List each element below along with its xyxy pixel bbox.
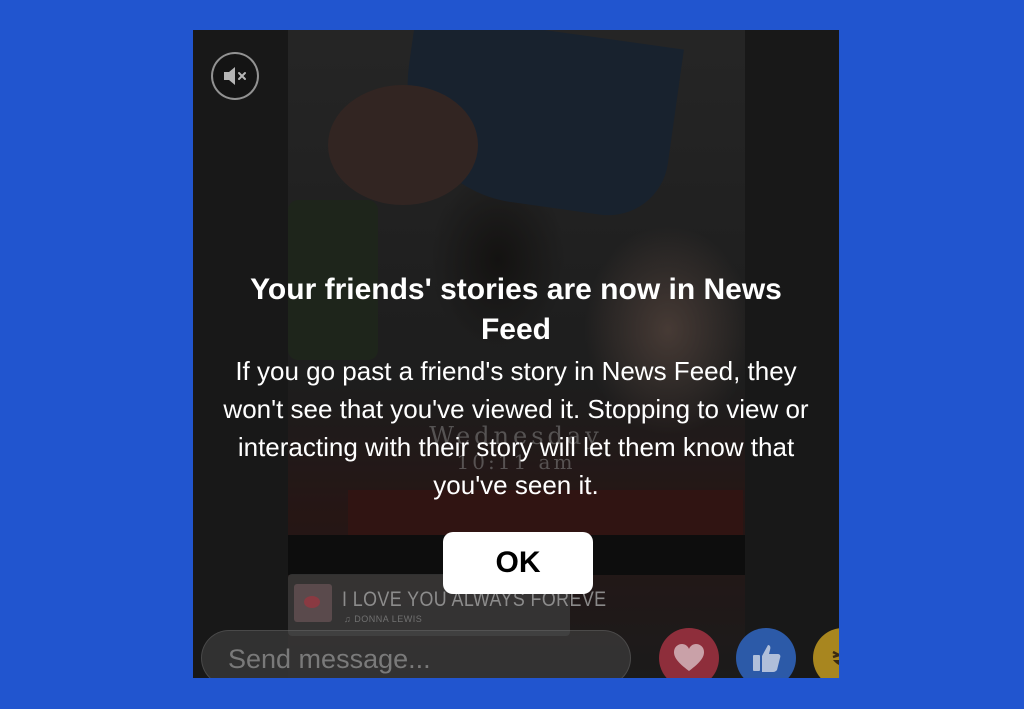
heart-icon <box>674 644 704 671</box>
ok-button[interactable]: OK <box>443 532 593 594</box>
stories-notice-dialog: Your friends' stories are now in News Fe… <box>193 270 839 504</box>
music-note-icon: ♫ <box>344 614 355 624</box>
thumbs-up-icon <box>753 645 781 672</box>
message-placeholder: Send message... <box>228 644 431 674</box>
album-art <box>294 584 332 622</box>
dialog-body: If you go past a friend's story in News … <box>223 356 809 500</box>
send-message-input[interactable]: Send message... <box>201 630 631 678</box>
song-artist: ♫ DONNA LEWIS <box>344 614 422 624</box>
laughing-face-icon <box>832 650 839 665</box>
artist-name: DONNA LEWIS <box>354 614 423 624</box>
dialog-title: Your friends' stories are now in News Fe… <box>250 273 782 346</box>
speaker-muted-icon <box>224 67 246 85</box>
mute-button[interactable] <box>211 52 259 100</box>
